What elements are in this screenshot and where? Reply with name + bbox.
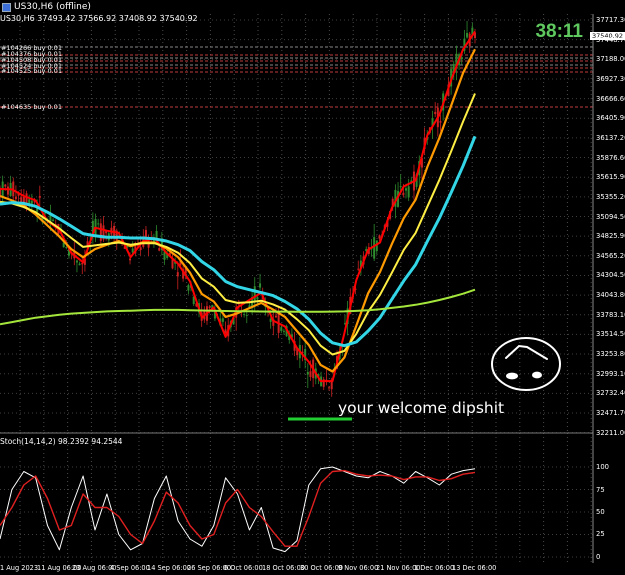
time-tick-label: 14 Sep 06:00 xyxy=(147,564,192,572)
price-tick-label: 32732.40 xyxy=(596,389,625,398)
candle-body xyxy=(280,327,283,331)
candle-body xyxy=(30,200,33,204)
candle-body xyxy=(256,297,259,300)
candle-body xyxy=(129,258,132,261)
price-tick-label: 36137.20 xyxy=(596,133,625,142)
time-tick-label: 1 Dec 06:00 xyxy=(414,564,455,572)
price-tick-label: 36405.90 xyxy=(596,114,625,123)
price-tick-label: 34825.90 xyxy=(596,232,625,241)
annotation-text: your welcome dipshit xyxy=(338,399,505,417)
stochastic-label: Stoch(14,14,2) 98.2392 94.2544 xyxy=(0,437,123,446)
price-tick-label: 33783.10 xyxy=(596,310,625,319)
price-tick-label: 34304.50 xyxy=(596,271,625,280)
candle-body xyxy=(171,259,174,269)
candles xyxy=(0,21,476,397)
price-tick-label: 36666.60 xyxy=(596,94,625,103)
candle-body xyxy=(139,247,142,251)
price-tick-label: 37717.30 xyxy=(596,16,625,24)
moving-averages xyxy=(0,31,477,383)
candle-body xyxy=(221,318,224,322)
candle-body xyxy=(274,315,277,318)
price-tick-label: 35094.50 xyxy=(596,212,625,221)
candle-body xyxy=(245,314,248,316)
candle-body xyxy=(439,121,442,123)
chart-window[interactable]: US30,H6 (offline) US30,H6 37493.42 37566… xyxy=(0,0,625,575)
price-tick-label: 35876.60 xyxy=(596,153,625,162)
candle-body xyxy=(20,197,23,202)
candle-body xyxy=(4,184,7,187)
candle-body xyxy=(187,285,190,291)
stoch-tick-label: 75 xyxy=(596,486,605,494)
candle-body xyxy=(378,235,381,239)
candle-body xyxy=(306,372,309,375)
price-tick-label: 35615.90 xyxy=(596,173,625,182)
candle-body xyxy=(460,57,463,60)
order-label: #104635 buy 0.01 xyxy=(1,103,62,111)
candle-body xyxy=(434,111,437,115)
chart-window-icon xyxy=(2,2,11,12)
candle-body xyxy=(466,32,469,38)
order-label: #104525 buy 0.01 xyxy=(1,67,62,75)
candle-body xyxy=(282,330,285,332)
ohlc-readout: US30,H6 37493.42 37566.92 37408.92 37540… xyxy=(0,14,198,23)
candle-body xyxy=(243,314,246,316)
time-tick-label: 13 Dec 06:00 xyxy=(452,564,497,572)
candle-body xyxy=(259,283,262,288)
candle-body xyxy=(309,371,312,377)
candle-body xyxy=(176,272,179,277)
stoch-tick-label: 0 xyxy=(596,553,601,561)
ema-fast-line xyxy=(0,31,476,383)
candle-body xyxy=(52,219,55,222)
candle-body xyxy=(158,248,161,251)
candle-body xyxy=(97,223,100,225)
candle-body xyxy=(399,186,402,188)
price-tick-label: 34043.80 xyxy=(596,291,625,300)
stoch-tick-label: 50 xyxy=(596,508,605,516)
time-tick-label: 1 Aug 2023 xyxy=(0,564,39,572)
price-tick-label: 37448.70 xyxy=(596,35,625,44)
candle-body xyxy=(407,186,410,198)
candle-body xyxy=(405,188,408,191)
time-tick-label: 18 Oct 06:00 xyxy=(262,564,305,572)
price-tick-label: 33514.50 xyxy=(596,330,625,339)
window-title-bar[interactable]: US30,H6 (offline) xyxy=(0,0,625,14)
ema-slow-line xyxy=(0,93,476,356)
price-tick-label: 36927.30 xyxy=(596,74,625,83)
stochastic-lines xyxy=(0,466,476,553)
stoch-tick-label: 100 xyxy=(596,463,609,471)
sad-face-doodle xyxy=(491,337,561,391)
price-tick-label: 32993.10 xyxy=(596,369,625,378)
candle-body xyxy=(373,237,376,259)
candle-body xyxy=(402,192,405,196)
order-lines xyxy=(0,46,593,108)
candle-body xyxy=(78,263,81,266)
price-tick-label: 37188.00 xyxy=(596,55,625,64)
price-tick-label: 33253.80 xyxy=(596,350,625,359)
price-tick-label: 35355.20 xyxy=(596,192,625,201)
candle-body xyxy=(253,286,256,302)
candle-body xyxy=(99,223,102,241)
candle-body xyxy=(38,195,41,198)
candle-body xyxy=(357,268,360,270)
candle-body xyxy=(208,306,211,308)
candle-timer: 38:11 xyxy=(535,21,583,42)
candle-body xyxy=(75,260,78,263)
grid xyxy=(0,14,593,563)
time-tick-label: 9 Nov 06:00 xyxy=(338,564,379,572)
chart-canvas[interactable] xyxy=(0,0,625,575)
stoch-tick-label: 25 xyxy=(596,530,605,538)
time-tick-label: 6 Oct 06:00 xyxy=(224,564,263,572)
candle-body xyxy=(65,246,68,249)
price-tick-label: 32471.70 xyxy=(596,409,625,417)
ema-mid-line xyxy=(0,48,476,373)
window-title: US30,H6 (offline) xyxy=(14,2,91,12)
candle-body xyxy=(6,186,9,195)
time-tick-label: 30 Oct 06:00 xyxy=(300,564,343,572)
time-tick-label: 4 Sep 06:00 xyxy=(110,564,150,572)
price-tick-label: 34565.20 xyxy=(596,251,625,260)
candle-body xyxy=(14,196,17,200)
price-tick-label: 32211.00 xyxy=(596,428,625,437)
candle-body xyxy=(328,387,331,389)
